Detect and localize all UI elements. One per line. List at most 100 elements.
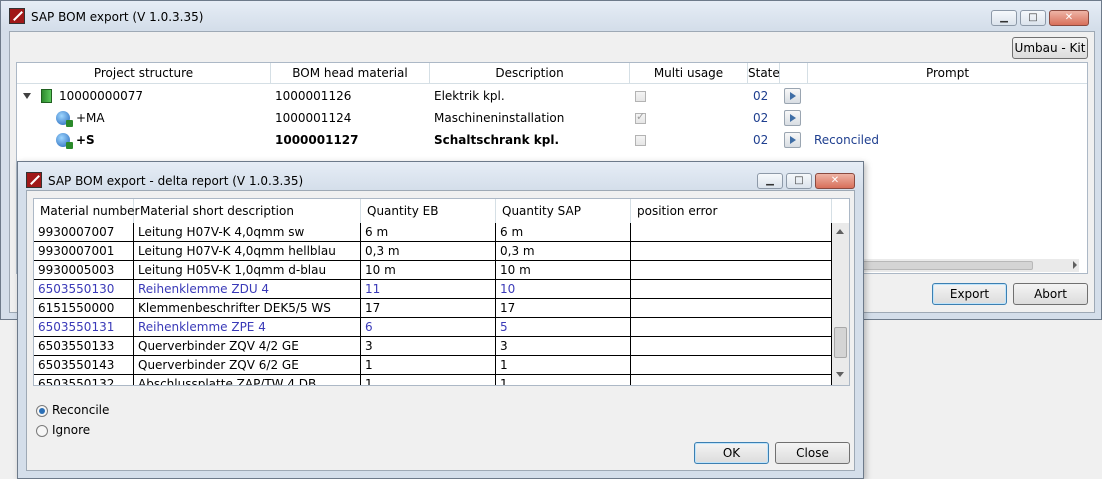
tree-expander-icon[interactable] xyxy=(23,93,31,99)
position-error-cell xyxy=(631,375,832,385)
position-error-cell xyxy=(631,337,832,356)
quantity-eb-cell: 1 xyxy=(361,375,496,385)
scrollbar-thumb[interactable] xyxy=(849,261,1033,270)
header-divider xyxy=(17,83,1087,84)
col-header-position-error[interactable]: position error xyxy=(631,199,832,223)
scroll-up-icon[interactable] xyxy=(836,229,844,234)
col-header-description[interactable]: Description xyxy=(430,63,630,83)
minimize-button[interactable]: ▁ xyxy=(757,173,783,189)
multi-usage-checkbox[interactable] xyxy=(635,91,646,102)
material-number-cell: 6151550000 xyxy=(34,299,134,318)
delta-dialog-title: SAP BOM export - delta report (V 1.0.3.3… xyxy=(48,174,304,188)
material-description-cell: Abschlussplatte ZAP/TW 4 DB xyxy=(134,375,361,385)
quantity-sap-cell: 10 xyxy=(496,280,631,299)
col-header-state[interactable]: State xyxy=(748,63,780,83)
position-error-cell xyxy=(631,261,832,280)
export-button[interactable]: Export xyxy=(932,283,1007,305)
row-action-button[interactable] xyxy=(784,132,801,148)
material-description-cell: Klemmenbeschrifter DEK5/5 WS xyxy=(134,299,361,318)
close-window-button[interactable]: ✕ xyxy=(1049,10,1089,26)
ignore-label[interactable]: Ignore xyxy=(52,423,90,437)
table-row[interactable]: 6503550143 Querverbinder ZQV 6/2 GE 1 1 xyxy=(34,356,832,375)
col-header-quantity-sap[interactable]: Quantity SAP xyxy=(496,199,631,223)
col-header-bom-head-material[interactable]: BOM head material xyxy=(271,63,430,83)
quantity-sap-cell: 0,3 m xyxy=(496,242,631,261)
material-number-cell: 9930007007 xyxy=(34,223,134,242)
close-button[interactable]: Close xyxy=(775,442,850,464)
globe-icon xyxy=(56,133,73,149)
close-icon: ✕ xyxy=(1064,12,1074,23)
material-number-cell: 6503550130 xyxy=(34,280,134,299)
table-row[interactable]: 6503550133 Querverbinder ZQV 4/2 GE 3 3 xyxy=(34,337,832,356)
maximize-button[interactable]: □ xyxy=(786,173,812,189)
position-error-cell xyxy=(631,299,832,318)
position-error-cell xyxy=(631,223,832,242)
horizontal-scrollbar[interactable] xyxy=(849,259,1079,272)
position-error-cell xyxy=(631,242,832,261)
multi-usage-checkbox[interactable] xyxy=(635,110,646,124)
material-number-cell: 9930007001 xyxy=(34,242,134,261)
col-header-prompt[interactable]: Prompt xyxy=(808,63,1087,83)
material-number-cell: 6503550131 xyxy=(34,318,134,337)
scroll-right-icon[interactable] xyxy=(1073,261,1077,269)
col-header-quantity-eb[interactable]: Quantity EB xyxy=(361,199,496,223)
table-row[interactable]: 6503550131 Reihenklemme ZPE 465 xyxy=(34,318,832,337)
row-action-button[interactable] xyxy=(784,88,801,104)
quantity-sap-cell: 10 m xyxy=(496,261,631,280)
row-action-button[interactable] xyxy=(784,110,801,126)
quantity-eb-cell: 11 xyxy=(361,280,496,299)
scrollbar-thumb[interactable] xyxy=(834,327,847,358)
quantity-eb-cell: 3 xyxy=(361,337,496,356)
col-header-material-number[interactable]: Material number xyxy=(34,199,139,223)
quantity-sap-cell: 17 xyxy=(496,299,631,318)
close-window-button[interactable]: ✕ xyxy=(815,173,855,189)
quantity-eb-cell: 6 xyxy=(361,318,496,337)
minimize-button[interactable]: ▁ xyxy=(991,10,1017,26)
col-header-project-structure[interactable]: Project structure xyxy=(17,63,271,83)
quantity-eb-cell: 6 m xyxy=(361,223,496,242)
multi-usage-checkbox[interactable] xyxy=(635,135,646,146)
reconcile-radio[interactable] xyxy=(36,405,48,417)
reconcile-label[interactable]: Reconcile xyxy=(52,403,109,417)
material-description-cell: Leitung H07V-K 4,0qmm hellblau xyxy=(134,242,361,261)
table-row[interactable]: 9930007007 Leitung H07V-K 4,0qmm sw 6 m6 m xyxy=(34,223,832,242)
sap-app-icon xyxy=(9,8,25,24)
prompt-value: Reconciled xyxy=(814,133,879,147)
quantity-sap-cell: 1 xyxy=(496,375,631,385)
scroll-down-icon[interactable] xyxy=(836,372,844,377)
tree-row[interactable]: +S 1000001127 Schaltschrank kpl. 02 Reco… xyxy=(17,129,1087,151)
position-error-cell xyxy=(631,318,832,337)
main-window-title: SAP BOM export (V 1.0.3.35) xyxy=(31,10,204,24)
quantity-eb-cell: 10 m xyxy=(361,261,496,280)
bom-head-material: 1000001124 xyxy=(275,111,352,125)
bom-head-material: 1000001127 xyxy=(275,133,359,147)
quantity-sap-cell: 6 m xyxy=(496,223,631,242)
table-row[interactable]: 6503550130 Reihenklemme ZDU 4 11 10 xyxy=(34,280,832,299)
col-header-blank xyxy=(780,63,808,83)
col-header-multi-usage[interactable]: Multi usage xyxy=(630,63,748,83)
maximize-button[interactable]: □ xyxy=(1020,10,1046,26)
quantity-sap-cell: 1 xyxy=(496,356,631,375)
tree-row[interactable]: +MA 1000001124 Maschineninstallation 02 xyxy=(17,107,1087,129)
position-error-cell xyxy=(631,356,832,375)
ok-button[interactable]: OK xyxy=(694,442,769,464)
umbau-kit-button[interactable]: Umbau - Kit xyxy=(1012,37,1088,59)
abort-button[interactable]: Abort xyxy=(1013,283,1088,305)
table-row[interactable]: 6151550000 Klemmenbeschrifter DEK5/5 WS 17… xyxy=(34,299,832,318)
table-row[interactable]: 6503550132 Abschlussplatte ZAP/TW 4 DB 1 1 xyxy=(34,375,832,385)
main-window-titlebar[interactable]: SAP BOM export (V 1.0.3.35) xyxy=(9,1,203,31)
quantity-eb-cell: 0,3 m xyxy=(361,242,496,261)
delta-report-grid: Material number Material short descripti… xyxy=(33,198,850,386)
ignore-radio[interactable] xyxy=(36,425,48,437)
tree-node-label: +MA xyxy=(76,111,105,125)
material-description-cell: Querverbinder ZQV 6/2 GE xyxy=(134,356,361,375)
vertical-scrollbar[interactable] xyxy=(832,223,849,385)
maximize-icon: □ xyxy=(794,175,804,186)
col-header-material-short-description[interactable]: Material short description xyxy=(134,199,361,223)
table-row[interactable]: 9930007001 Leitung H07V-K 4,0qmm hellblau… xyxy=(34,242,832,261)
table-row[interactable]: 9930005003 Leitung H05V-K 1,0qmm d-blau 10… xyxy=(34,261,832,280)
tree-row[interactable]: 10000000077 1000001126 Elektrik kpl. 02 xyxy=(17,85,1087,107)
state-value: 02 xyxy=(753,133,769,147)
globe-icon xyxy=(56,111,73,127)
state-value: 02 xyxy=(753,111,769,125)
